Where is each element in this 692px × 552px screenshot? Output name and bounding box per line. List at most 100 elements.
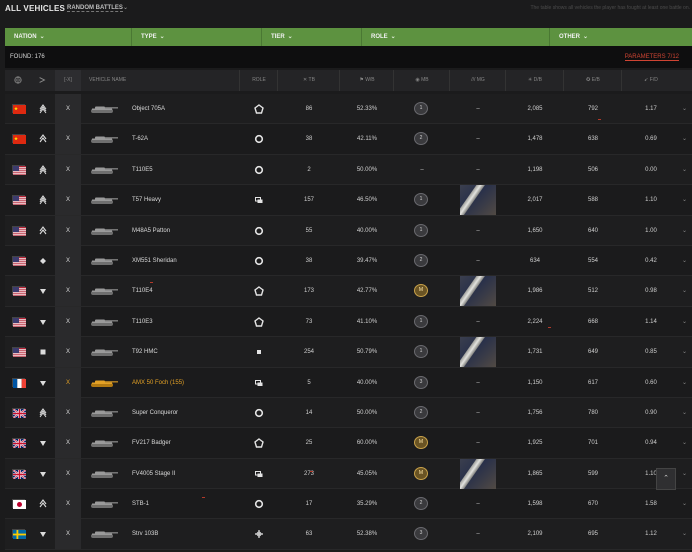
filter-tier[interactable]: TIER ⌄ <box>262 28 362 46</box>
tank-destroyer-icon <box>38 317 48 327</box>
globe-icon[interactable] <box>10 70 26 91</box>
header-marks[interactable]: /// MG <box>451 70 505 91</box>
heavy-tank-icon <box>38 164 48 175</box>
table-row[interactable]: X M48A5 Patton 55 40.00% 1 – 1,650 640 1.00 ⌄ <box>5 215 692 246</box>
role-break-through-icon <box>254 286 264 297</box>
table-row[interactable]: X Object 705A 86 52.33% 1 – 2,085 792 1.17 ⌄ <box>5 94 692 125</box>
vehicle-name: T110E5 <box>132 166 153 173</box>
tier-cell: X <box>55 245 81 276</box>
vehicle-name: FV217 Badger <box>132 440 171 447</box>
chevron-down-icon[interactable]: ⌄ <box>682 368 687 398</box>
tank-destroyer-icon <box>38 286 48 296</box>
chevron-down-icon[interactable]: ⌄ <box>682 337 687 367</box>
vehicle-name: T110E3 <box>132 318 153 325</box>
header-winrate[interactable]: ⚑ W/B <box>341 70 393 91</box>
chevron-down-icon[interactable]: ⌄ <box>682 216 687 246</box>
table-row[interactable]: X T110E3 73 41.10% 1 – 2,224 668 1.14 ⌄ <box>5 306 692 338</box>
frags-value: 0.90 <box>645 409 657 416</box>
marks-value: – <box>476 409 480 416</box>
chevron-down-icon[interactable]: ⌄ <box>682 489 687 519</box>
damage-value: 2,109 <box>527 531 543 538</box>
tank-destroyer-icon <box>38 438 48 448</box>
chevron-down-icon[interactable]: ⌄ <box>682 307 687 337</box>
mastery-badge-icon: 2 <box>414 132 428 146</box>
mastery-badge-icon: M <box>414 284 428 298</box>
marks-of-excellence-icon <box>460 337 496 368</box>
mastery-badge-icon: 2 <box>414 497 428 511</box>
battles-value: 254 <box>303 349 314 356</box>
filter-nation[interactable]: NATION ⌄ <box>5 28 132 46</box>
marks-value: – <box>476 106 480 112</box>
battles-value: 86 <box>305 106 313 112</box>
chevron-down-icon[interactable]: ⌄ <box>682 155 687 185</box>
battle-mode-dropdown[interactable]: RANDOM BATTLES <box>67 5 123 12</box>
table-row[interactable]: X T110E5 2 50.00% – – 1,198 506 0.00 ⌄ <box>5 154 692 186</box>
table-row[interactable]: X T57 Heavy 157 46.50% 1 2,017 588 1.10 ⌄ <box>5 185 692 216</box>
tier-cell: X <box>55 215 81 246</box>
table-row[interactable]: X T110E4 173 42.77% M 1,986 512 0.98 ⌄ <box>5 276 692 307</box>
medium-tank-icon <box>38 225 48 236</box>
table-row[interactable]: X AMX 50 Foch (155) 5 40.00% 3 – 1,150 617 0.60 ⌄ <box>5 367 692 398</box>
marks-value: – <box>476 166 480 173</box>
filter-other[interactable]: OTHER ⌄ <box>550 28 692 46</box>
table-header: [-X] VEHICLE NAME ROLE ✕ TB ⚑ W/B ◉ MB /… <box>5 70 692 91</box>
table-row[interactable]: X Super Conqueror 14 50.00% 2 – 1,756 780 0.90 ⌄ <box>5 397 692 429</box>
table-row[interactable]: X XM551 Sheridan 38 39.47% 2 – 634 554 0.42 ⌄ <box>5 245 692 277</box>
tank-thumbnail <box>89 286 119 297</box>
marks-of-excellence-icon <box>460 458 496 489</box>
table-row[interactable]: X Strv 103B 63 52.38% 3 – 2,109 695 1.12 ⌄ <box>5 519 692 550</box>
frags-value: 0.94 <box>645 440 657 447</box>
chevron-down-icon[interactable]: ⌄ <box>682 94 687 124</box>
chevron-down-icon[interactable]: ⌄ <box>682 246 687 276</box>
chevron-down-icon[interactable]: ⌄ <box>682 459 687 489</box>
vehicle-name: XM551 Sheridan <box>132 257 177 264</box>
filter-role[interactable]: ROLE ⌄ <box>362 28 550 46</box>
chevron-down-icon[interactable]: ⌄ <box>682 398 687 428</box>
header-frags[interactable]: ➹ F/D <box>623 70 679 91</box>
top-bar: ALL VEHICLES RANDOM BATTLES ⌄ The table … <box>0 0 692 20</box>
header-damage[interactable]: ✳ D/B <box>507 70 563 91</box>
flag-japan-icon <box>12 499 26 510</box>
tank-destroyer-icon <box>38 378 48 388</box>
chevron-down-icon[interactable]: ⌄ <box>682 519 687 549</box>
flag-usa-icon <box>12 255 26 266</box>
table-row[interactable]: X FV217 Badger 25 60.00% M – 1,925 701 0.94 ⌄ <box>5 428 692 459</box>
type-sort-icon[interactable] <box>33 70 51 91</box>
damage-value: 634 <box>529 257 540 264</box>
battles-value: 17 <box>305 501 313 508</box>
battles-value: 14 <box>305 409 313 416</box>
tank-thumbnail <box>89 226 119 237</box>
role-universal-icon <box>254 165 264 175</box>
header-mastery[interactable]: ◉ MB <box>395 70 449 91</box>
header-tier[interactable]: [-X] <box>55 70 81 91</box>
chevron-down-icon[interactable]: ⌄ <box>682 428 687 458</box>
damage-value: 1,150 <box>527 379 543 386</box>
table-row[interactable]: X STB-1 17 35.29% 2 – 1,598 670 1.58 ⌄ <box>5 489 692 520</box>
damage-value: 2,224 <box>527 318 543 325</box>
header-exp[interactable]: ✪ E/B <box>565 70 621 91</box>
parameters-link[interactable]: PARAMETERS 7/12 <box>624 54 679 61</box>
header-battles[interactable]: ✕ TB <box>279 70 339 91</box>
chevron-down-icon: ⌄ <box>39 34 45 40</box>
table-row[interactable]: X T-62A 38 42.11% 2 – 1,478 638 0.69 ⌄ <box>5 124 692 155</box>
chevron-down-icon: ⌄ <box>159 34 165 40</box>
header-vehicle-name[interactable]: VEHICLE NAME <box>89 70 209 91</box>
winrate-value: 45.05% <box>356 470 378 477</box>
role-support-icon <box>254 378 264 388</box>
frags-value: 0.42 <box>645 257 657 264</box>
header-role[interactable]: ROLE <box>241 70 277 91</box>
chevron-down-icon[interactable]: ⌄ <box>123 4 128 11</box>
table-row[interactable]: X FV4005 Stage II 273 45.05% M 1,865 599 1.10 ⌄ <box>5 458 692 490</box>
scroll-to-top-button[interactable]: ⌃ <box>656 468 676 490</box>
table-row[interactable]: X T92 HMC 254 50.79% 1 1,731 649 0.85 ⌄ <box>5 337 692 368</box>
exp-value: 588 <box>587 197 598 204</box>
filter-type[interactable]: TYPE ⌄ <box>132 28 262 46</box>
tank-thumbnail <box>89 347 119 358</box>
chevron-down-icon[interactable]: ⌄ <box>682 124 687 154</box>
flag-uk-icon <box>12 438 27 450</box>
exp-value: 649 <box>587 349 598 356</box>
chevron-down-icon[interactable]: ⌄ <box>682 185 687 215</box>
chevron-down-icon[interactable]: ⌄ <box>682 276 687 306</box>
marks-of-excellence-icon <box>460 185 496 216</box>
frags-value: 1.12 <box>645 531 657 538</box>
